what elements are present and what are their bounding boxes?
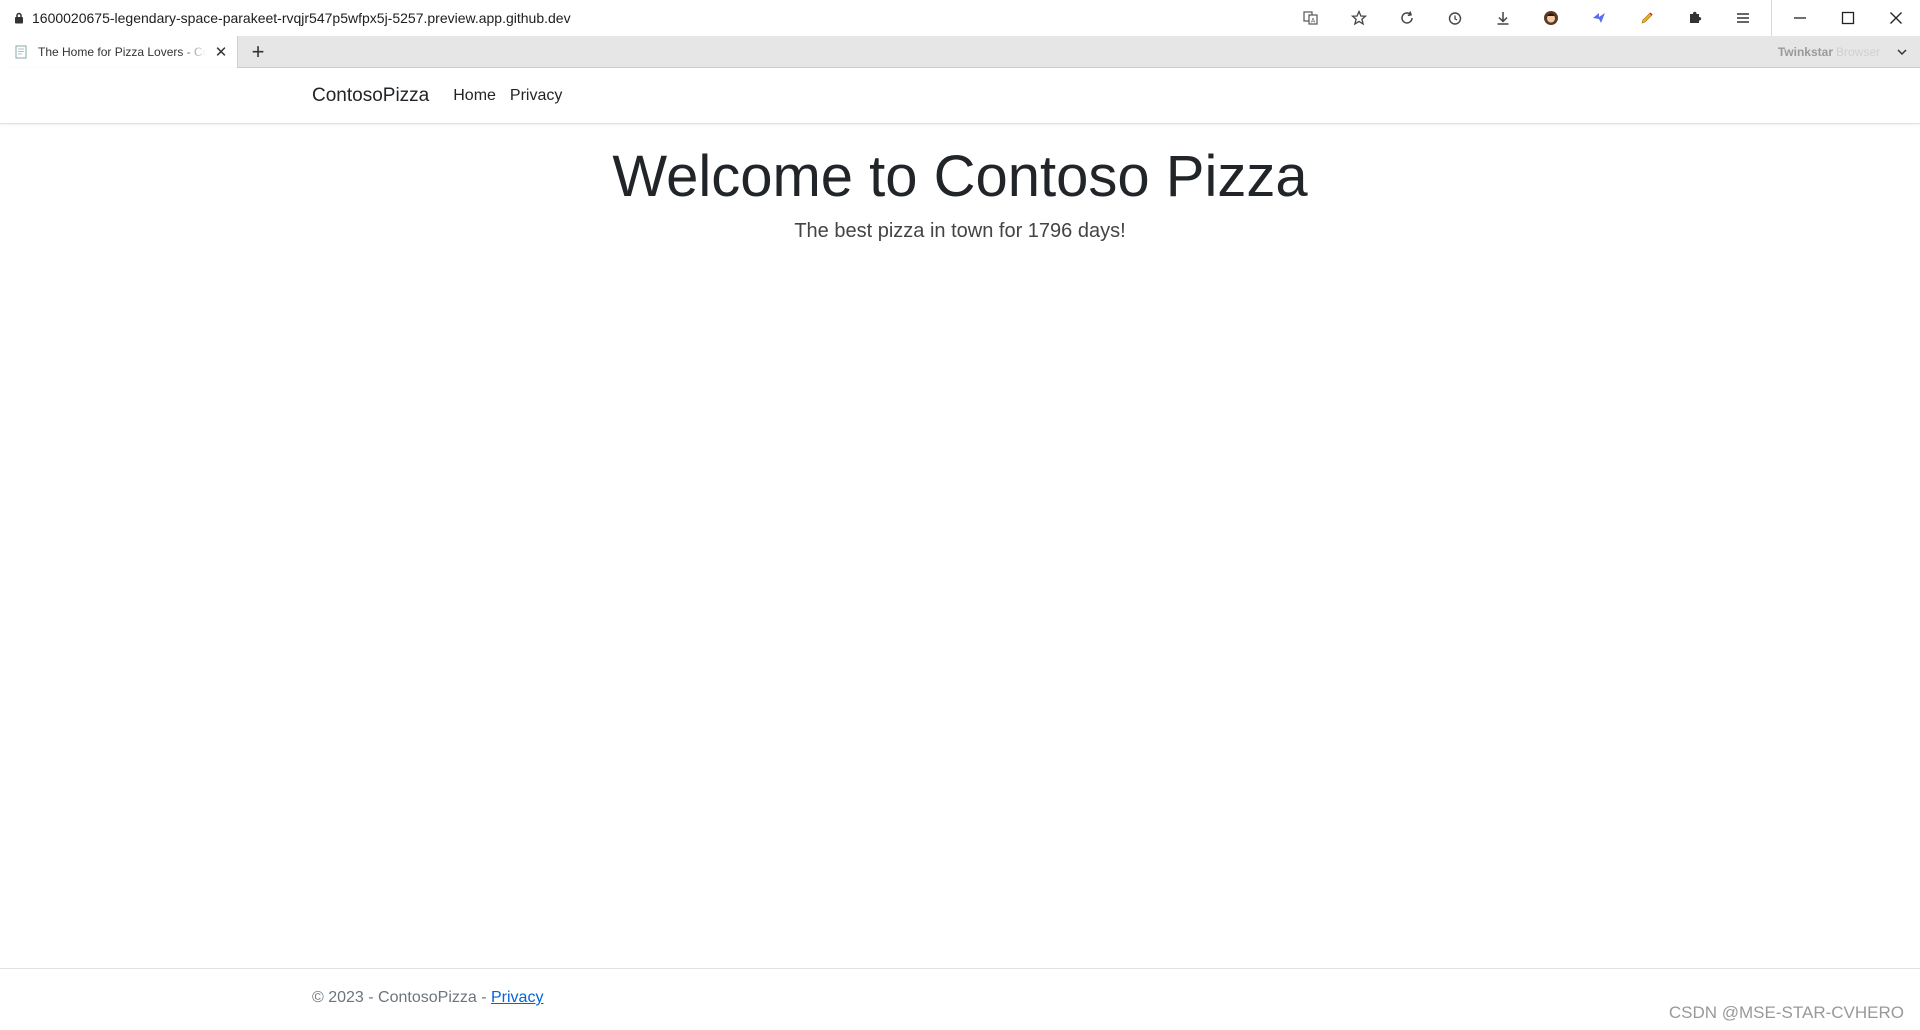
- footer-text: © 2023 - ContosoPizza - Privacy: [312, 989, 543, 1007]
- site-brand-link[interactable]: ContosoPizza: [312, 85, 429, 107]
- translate-icon[interactable]: A: [1287, 0, 1335, 36]
- address-bar: 1600020675-legendary-space-parakeet-rvqj…: [0, 0, 1920, 36]
- menu-icon[interactable]: [1719, 0, 1767, 36]
- extension-pencil-icon[interactable]: [1623, 0, 1671, 36]
- browser-brand-light: Browser: [1835, 45, 1880, 59]
- nav-link-privacy[interactable]: Privacy: [510, 87, 562, 105]
- hero-section: Welcome to Contoso Pizza The best pizza …: [0, 142, 1920, 243]
- profile-avatar-icon[interactable]: [1527, 0, 1575, 36]
- toolbar-divider: [1771, 0, 1772, 36]
- minimize-icon[interactable]: [1776, 0, 1824, 36]
- maximize-icon[interactable]: [1824, 0, 1872, 36]
- web-page: ContosoPizza Home Privacy Welcome to Con…: [0, 68, 1920, 1030]
- extension-blue-icon[interactable]: [1575, 0, 1623, 36]
- hero-title: Welcome to Contoso Pizza: [612, 144, 1308, 209]
- hero-subtitle: The best pizza in town for 1796 days!: [794, 219, 1126, 242]
- nav-link-home[interactable]: Home: [453, 87, 496, 105]
- browser-brand-bold: Twinkstar: [1777, 45, 1833, 59]
- site-footer: © 2023 - ContosoPizza - Privacy CSDN @MS…: [0, 968, 1920, 1030]
- tab-strip: The Home for Pizza Lovers - Contoso Pizz…: [0, 36, 1920, 68]
- footer-copyright: © 2023 - ContosoPizza -: [312, 989, 491, 1006]
- close-window-icon[interactable]: [1872, 0, 1920, 36]
- reload-icon[interactable]: [1383, 0, 1431, 36]
- new-tab-icon[interactable]: +: [242, 36, 274, 68]
- tab-active[interactable]: The Home for Pizza Lovers - Contoso Pizz…: [0, 36, 238, 68]
- tab-close-icon[interactable]: ✕: [213, 44, 229, 61]
- download-icon[interactable]: [1479, 0, 1527, 36]
- chevron-down-icon[interactable]: [1892, 36, 1912, 68]
- star-icon[interactable]: [1335, 0, 1383, 36]
- toolbar: A: [1287, 0, 1920, 36]
- browser-brand: Twinkstar Browser: [1778, 36, 1880, 68]
- footer-privacy-link[interactable]: Privacy: [491, 989, 543, 1006]
- tab-title: The Home for Pizza Lovers - Contoso Pizz…: [38, 45, 206, 59]
- url-text[interactable]: 1600020675-legendary-space-parakeet-rvqj…: [32, 10, 571, 26]
- watermark: CSDN @MSE-STAR-CVHERO: [1668, 1003, 1904, 1022]
- lock-icon: [10, 0, 28, 36]
- page-favicon-icon: [14, 45, 28, 59]
- site-navbar: ContosoPizza Home Privacy: [0, 68, 1920, 124]
- puzzle-icon[interactable]: [1671, 0, 1719, 36]
- history-icon[interactable]: [1431, 0, 1479, 36]
